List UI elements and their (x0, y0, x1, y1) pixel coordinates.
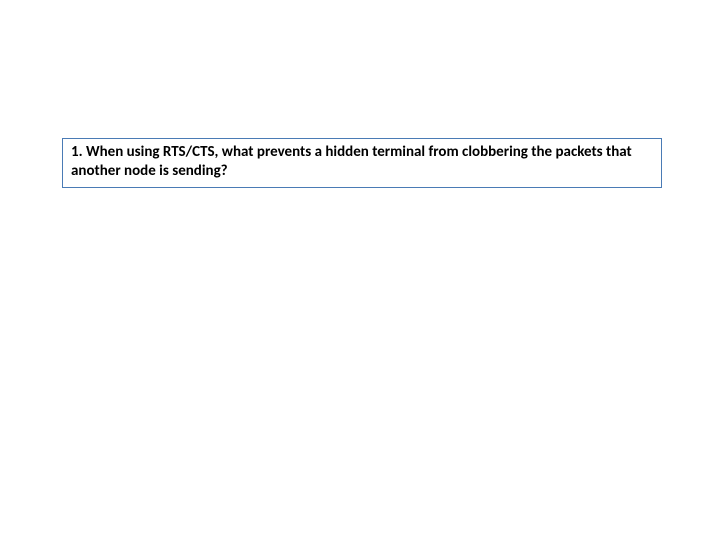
question-text: 1. When using RTS/CTS, what prevents a h… (71, 143, 653, 181)
question-box: 1. When using RTS/CTS, what prevents a h… (62, 138, 662, 188)
